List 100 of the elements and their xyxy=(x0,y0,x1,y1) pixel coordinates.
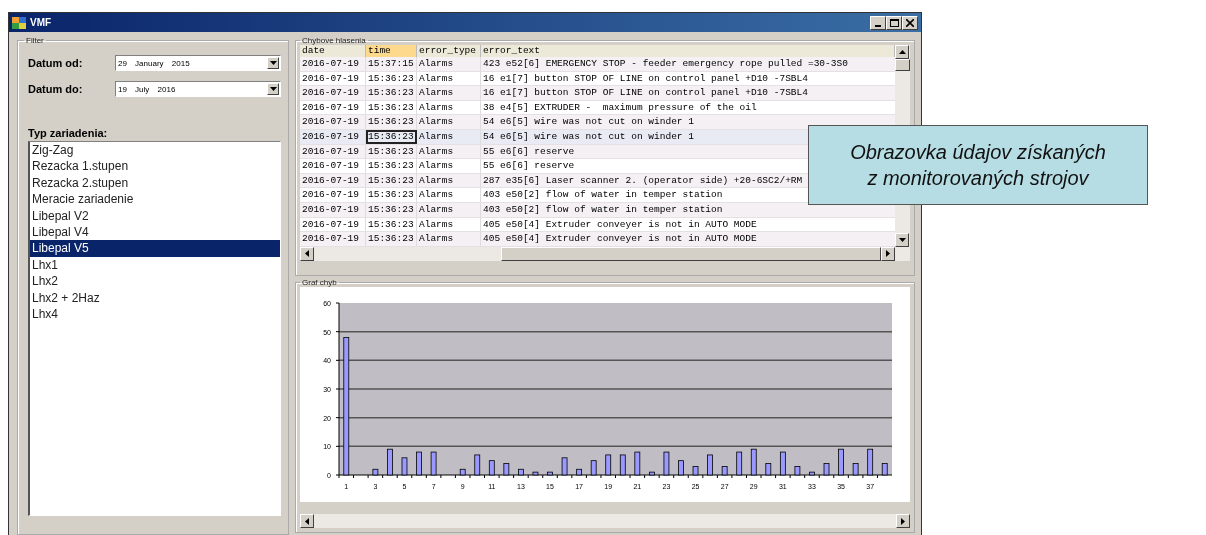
table-cell: 2016-07-19 xyxy=(300,188,366,202)
table-cell: 15:36:23 xyxy=(366,159,417,173)
table-cell-text: 287 e35[6] Laser scanner 2. (operator side) +20-6SC2/+RM xyxy=(482,173,803,188)
table-cell: Alarms xyxy=(417,115,481,129)
bar xyxy=(474,454,481,476)
list-item[interactable]: Libepal V5 xyxy=(30,240,280,257)
table-cell-text: 38 e4[5] EXTRUDER - maximum pressure of the oil xyxy=(482,100,757,115)
table-cell: 2016-07-19 xyxy=(300,86,366,100)
list-item[interactable]: Rezacka 2.stupen xyxy=(30,174,280,192)
bar xyxy=(372,468,379,476)
table-cell-text: 16 e1[7] button STOP OF LINE on control panel +D10 -7SBL4 xyxy=(482,71,808,86)
table-cell: 15:36:23 xyxy=(366,217,417,232)
minimize-icon xyxy=(875,24,881,27)
table-cell: Alarms xyxy=(417,100,481,115)
table-cell: 15:36:23 xyxy=(366,100,417,115)
table-cell: 15:36:23 xyxy=(366,115,417,129)
close-icon xyxy=(906,18,914,27)
table-cell: 2016-07-19 xyxy=(300,232,366,246)
bar xyxy=(488,460,495,476)
bar xyxy=(619,454,626,476)
group-title: Graf chyb xyxy=(301,278,338,287)
table-cell: 15:36:23 xyxy=(366,173,417,188)
table-cell-text: 403 e50[2] flow of water in temper station xyxy=(482,188,723,202)
bar xyxy=(823,463,830,476)
bar xyxy=(503,463,510,476)
list-item[interactable]: Lhx1 xyxy=(30,256,280,274)
table-cell-text: 16 e1[7] button STOP OF LINE on control panel +D10 -7SBL4 xyxy=(482,86,808,100)
bar xyxy=(765,463,772,476)
table-cell: Alarms xyxy=(417,173,481,188)
table-cell: Alarms xyxy=(417,188,481,202)
scroll-left-icon[interactable] xyxy=(300,514,314,528)
scroll-up-icon[interactable] xyxy=(895,45,909,59)
list-item[interactable]: Lhx2 xyxy=(30,273,280,290)
horizontal-scrollbar[interactable] xyxy=(300,514,910,528)
annotation-tooltip: Obrazovka údajov získaných z monitorovaných strojov xyxy=(808,125,1148,205)
list-item[interactable]: Lhx4 xyxy=(30,306,280,323)
list-item[interactable]: Meracie zariadenie xyxy=(30,191,280,208)
app-icon xyxy=(12,16,26,29)
table-cell: Alarms xyxy=(417,57,481,71)
list-item[interactable]: Libepal V4 xyxy=(30,224,280,241)
bar xyxy=(721,466,728,476)
table-cell: 15:36:23 xyxy=(366,202,417,217)
list-item[interactable]: Rezacka 1.stupen xyxy=(30,158,280,175)
bar xyxy=(387,448,393,476)
table-row[interactable]: 2016-07-19 15:36:23 Alarms 405 e50[4] Extruder conveyer is not in AUTO MODE xyxy=(300,232,895,247)
table-cell: 15:36:23 xyxy=(366,144,417,159)
table-row[interactable]: 2016-07-19 15:36:23 Alarms 16 e1[7] button STOP OF LINE on control panel +D10 -7SBL4 xyxy=(300,86,895,101)
bar xyxy=(590,460,597,476)
list-item[interactable]: Libepal V2 xyxy=(30,207,280,225)
table-cell: Alarms xyxy=(417,232,481,246)
table-cell: 15:36:23 xyxy=(366,188,417,202)
bar xyxy=(852,463,859,476)
maximize-icon xyxy=(889,18,899,27)
table-cell: Alarms xyxy=(417,86,481,100)
bar xyxy=(881,463,888,476)
table-cell: 15:36:23 xyxy=(366,71,417,86)
table-cell: Alarms xyxy=(417,71,481,86)
table-cell-text: 55 e6[6] reserve xyxy=(482,144,575,159)
bar xyxy=(576,468,582,476)
table-cell: Alarms xyxy=(417,144,481,159)
list-label: Typ zariadenia: xyxy=(28,127,109,139)
minimize-button[interactable] xyxy=(870,15,886,30)
bar xyxy=(663,451,670,476)
bar xyxy=(416,451,422,476)
list-item[interactable]: Zig-Zag xyxy=(30,142,280,159)
bar xyxy=(809,471,815,476)
close-button[interactable] xyxy=(902,15,918,30)
date-picker[interactable]: 19 July 2016 xyxy=(115,81,281,97)
scrollbar-thumb[interactable] xyxy=(895,59,910,71)
table-cell: 2016-07-19 xyxy=(300,159,366,173)
bar xyxy=(605,454,612,476)
table-cell: Alarms xyxy=(417,202,481,217)
table-cell: 15:36:23 xyxy=(366,86,417,100)
column-header[interactable]: time xyxy=(366,45,417,57)
table-cell: 2016-07-19 xyxy=(300,217,366,232)
date-picker[interactable]: 29 January 2015 xyxy=(115,55,281,71)
table-cell: Alarms xyxy=(417,159,481,173)
list-item[interactable]: Lhx2 + 2Haz xyxy=(30,289,280,307)
table-cell-text: 423 e52[6] EMERGENCY STOP - feeder emergency rope pulled =30-3S0 xyxy=(482,57,848,71)
table-cell: 15:37:15 xyxy=(366,57,417,71)
bar xyxy=(750,448,757,476)
table-cell-text: 55 e6[6] reserve xyxy=(482,159,575,173)
bar xyxy=(518,468,524,476)
bar xyxy=(707,454,713,476)
field-label: Datum od: xyxy=(28,57,84,69)
bar xyxy=(547,471,553,476)
table-cell: 2016-07-19 xyxy=(300,57,366,71)
table-cell: 2016-07-19 xyxy=(300,129,366,144)
table-row[interactable]: 2016-07-19 15:37:15 Alarms 423 e52[6] EMERGENCY STOP - feeder emergency rope pulled =30-3S0 xyxy=(300,57,895,72)
table-row[interactable]: 2016-07-19 15:36:23 Alarms 54 e6[5] wire was not cut on winder 1 xyxy=(300,115,895,130)
bar xyxy=(634,451,641,476)
group-title: Chybove hlasenia xyxy=(301,36,367,45)
bar xyxy=(794,466,801,476)
table-cell-text: 405 e50[4] Extruder conveyer is not in AUTO MODE xyxy=(482,217,757,232)
maximize-button[interactable] xyxy=(886,15,902,30)
table-cell: 15:36:23 xyxy=(366,129,417,144)
scroll-down-icon[interactable] xyxy=(895,232,909,247)
scroll-right-icon[interactable] xyxy=(896,514,910,528)
group-title: Filter xyxy=(25,36,45,45)
bar xyxy=(867,448,874,476)
